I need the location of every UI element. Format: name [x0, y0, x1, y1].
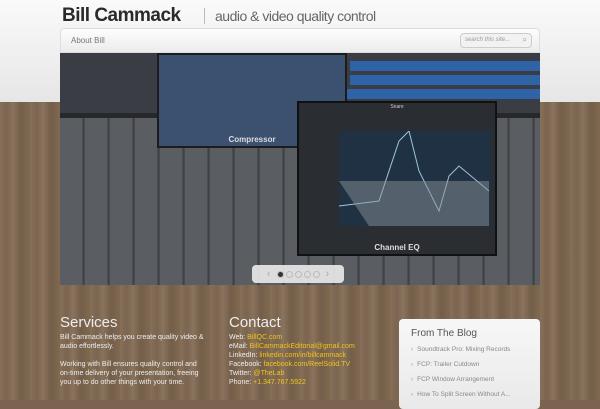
blog-post-link[interactable]: › How To Split Screen Without A... [411, 391, 528, 398]
chevron-right-icon: › [411, 376, 414, 383]
chevron-right-icon: › [411, 346, 414, 353]
search-input[interactable]: search this site... ⌕ [460, 33, 532, 48]
services-section: Services Bill Cammack helps you create q… [60, 314, 205, 396]
services-text: Bill Cammack helps you create quality vi… [60, 334, 204, 350]
contact-row: Facebook: facebook.com/ReelSolid.TV [229, 361, 351, 368]
nav-bar: About Bill search this site... ⌕ [60, 28, 540, 53]
next-arrow-icon[interactable]: › [326, 268, 330, 280]
contact-section: Contact Web: BillQC.com eMail: BillCamma… [229, 314, 399, 387]
services-text: Working with Bill ensures quality contro… [60, 361, 199, 386]
slider-pagination: ‹ › [252, 265, 344, 283]
site-tagline: audio & video quality control [215, 8, 376, 24]
contact-row: Phone: +1.347.767.5922 [229, 379, 306, 386]
blog-heading: From The Blog [411, 328, 477, 339]
slider-dot[interactable] [285, 270, 293, 278]
eq-graph [338, 130, 491, 226]
twitter-link[interactable]: @TheLab [254, 370, 285, 377]
email-link[interactable]: BillCammackEditorial@gmail.com [250, 343, 355, 350]
image-slider[interactable]: Compressor Snare Channel EQ [60, 53, 540, 285]
site-logo[interactable]: Bill Cammack [62, 5, 181, 27]
facebook-link[interactable]: facebook.com/ReelSolid.TV [264, 361, 350, 368]
channel-eq-window: Snare Channel EQ [297, 101, 497, 256]
prev-arrow-icon[interactable]: ‹ [267, 268, 271, 280]
phone-link[interactable]: +1.347.767.5922 [253, 379, 306, 386]
search-icon[interactable]: ⌕ [523, 35, 527, 45]
contact-row: LinkedIn: linkedin.com/in/billcammack [229, 352, 347, 359]
slider-dot[interactable] [294, 270, 302, 278]
linkedin-link[interactable]: linkedin.com/in/billcammack [259, 352, 346, 359]
contact-row: eMail: BillCammackEditorial@gmail.com [229, 343, 355, 350]
slider-dot[interactable] [312, 270, 320, 278]
blog-post-link[interactable]: › FCP Window Arrangement [411, 376, 528, 383]
blog-post-link[interactable]: › Soundtrack Pro: Mixing Records [411, 346, 528, 353]
chevron-right-icon: › [411, 391, 414, 398]
logo-divider [204, 8, 205, 24]
services-heading: Services [60, 314, 118, 331]
contact-heading: Contact [229, 314, 281, 331]
slider-dot[interactable] [303, 270, 311, 278]
blog-widget: From The Blog › Soundtrack Pro: Mixing Re… [399, 319, 540, 409]
contact-row: Web: BillQC.com [229, 334, 283, 341]
nav-item-about-bill[interactable]: About Bill [71, 36, 105, 45]
slider-dot[interactable] [276, 270, 284, 278]
chevron-right-icon: › [411, 361, 414, 368]
contact-row: Twitter: @TheLab [229, 370, 285, 377]
blog-post-link[interactable]: › FCP: Trailer Cutdown [411, 361, 528, 368]
web-link[interactable]: BillQC.com [247, 334, 282, 341]
